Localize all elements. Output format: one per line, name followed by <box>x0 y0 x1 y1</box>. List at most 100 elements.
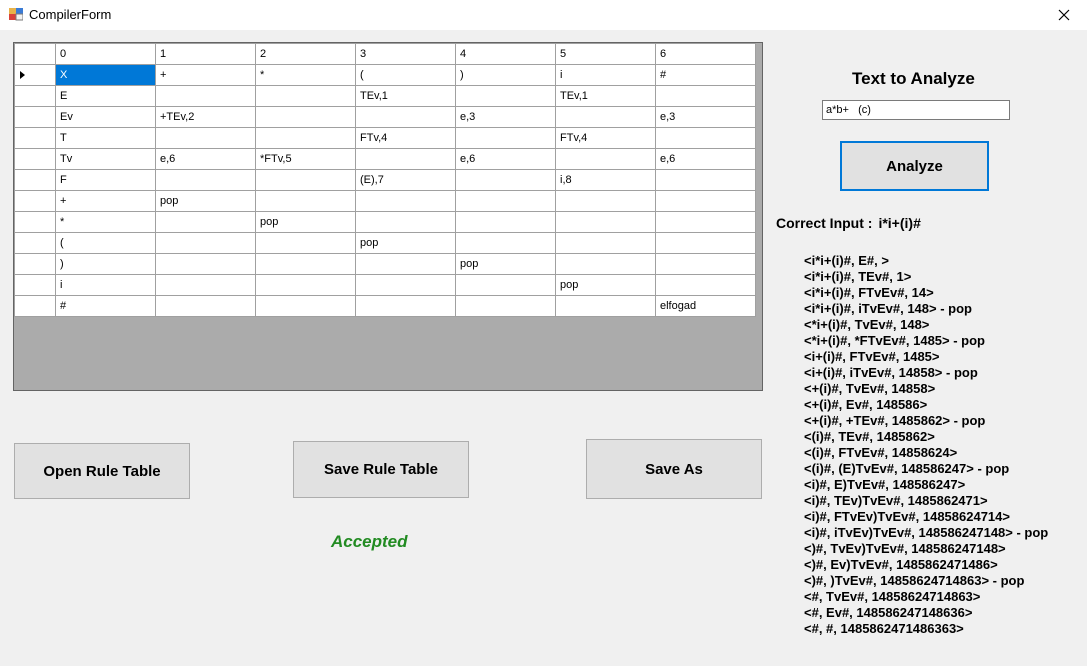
grid-cell[interactable] <box>655 127 756 149</box>
grid-cell[interactable]: pop <box>255 211 356 233</box>
grid-cell[interactable]: ( <box>355 64 456 86</box>
grid-cell[interactable] <box>255 190 356 212</box>
grid-cell[interactable] <box>655 253 756 275</box>
grid-cell[interactable] <box>155 295 256 317</box>
grid-cell[interactable]: + <box>155 64 256 86</box>
grid-cell[interactable] <box>655 274 756 296</box>
grid-cell[interactable]: E <box>55 85 156 107</box>
row-header[interactable] <box>14 148 56 170</box>
grid-cell[interactable] <box>155 253 256 275</box>
grid-cell[interactable]: e,6 <box>655 148 756 170</box>
grid-cell[interactable]: (E),7 <box>355 169 456 191</box>
grid-cell[interactable] <box>555 148 656 170</box>
grid-cell[interactable] <box>155 232 256 254</box>
grid-cell[interactable] <box>355 253 456 275</box>
column-header[interactable]: 4 <box>455 43 556 65</box>
grid-cell[interactable] <box>355 211 456 233</box>
grid-cell[interactable]: pop <box>555 274 656 296</box>
grid-cell[interactable] <box>455 127 556 149</box>
grid-cell[interactable] <box>355 274 456 296</box>
grid-cell[interactable] <box>455 232 556 254</box>
grid-cell[interactable] <box>355 148 456 170</box>
grid-corner-header[interactable] <box>14 43 56 65</box>
grid-cell[interactable]: ( <box>55 232 156 254</box>
save-rule-table-button[interactable]: Save Rule Table <box>293 441 469 498</box>
grid-cell[interactable]: *FTv,5 <box>255 148 356 170</box>
grid-cell[interactable] <box>655 190 756 212</box>
row-header[interactable] <box>14 85 56 107</box>
grid-cell[interactable]: + <box>55 190 156 212</box>
grid-cell[interactable]: # <box>655 64 756 86</box>
grid-cell[interactable] <box>655 169 756 191</box>
grid-cell[interactable]: e,6 <box>155 148 256 170</box>
grid-cell[interactable] <box>255 127 356 149</box>
grid-cell[interactable] <box>555 232 656 254</box>
grid-cell[interactable] <box>255 232 356 254</box>
row-header[interactable] <box>14 211 56 233</box>
grid-cell[interactable]: e,6 <box>455 148 556 170</box>
column-header[interactable]: 2 <box>255 43 356 65</box>
grid-cell[interactable] <box>155 169 256 191</box>
grid-cell[interactable] <box>255 295 356 317</box>
grid-cell[interactable] <box>155 211 256 233</box>
grid-cell[interactable]: * <box>55 211 156 233</box>
column-header[interactable]: 5 <box>555 43 656 65</box>
grid-cell[interactable] <box>655 85 756 107</box>
column-header[interactable]: 0 <box>55 43 156 65</box>
grid-cell[interactable]: TEv,1 <box>555 85 656 107</box>
grid-cell[interactable]: FTv,4 <box>355 127 456 149</box>
grid-cell[interactable] <box>255 274 356 296</box>
column-header[interactable]: 3 <box>355 43 456 65</box>
grid-cell[interactable] <box>355 295 456 317</box>
grid-cell[interactable]: e,3 <box>655 106 756 128</box>
grid-cell[interactable]: FTv,4 <box>555 127 656 149</box>
grid-cell[interactable]: pop <box>155 190 256 212</box>
row-header[interactable] <box>14 253 56 275</box>
grid-cell[interactable] <box>555 106 656 128</box>
grid-cell[interactable]: X <box>55 64 156 86</box>
grid-cell[interactable]: TEv,1 <box>355 85 456 107</box>
grid-cell[interactable] <box>455 295 556 317</box>
grid-cell[interactable] <box>355 190 456 212</box>
grid-cell[interactable]: e,3 <box>455 106 556 128</box>
grid-cell[interactable] <box>655 211 756 233</box>
row-header[interactable] <box>14 232 56 254</box>
grid-cell[interactable] <box>455 211 556 233</box>
grid-cell[interactable] <box>555 253 656 275</box>
row-header[interactable] <box>14 295 56 317</box>
grid-cell[interactable]: i,8 <box>555 169 656 191</box>
grid-cell[interactable] <box>455 274 556 296</box>
row-header[interactable] <box>14 127 56 149</box>
grid-cell[interactable] <box>255 106 356 128</box>
grid-cell[interactable]: ) <box>55 253 156 275</box>
row-header[interactable] <box>14 190 56 212</box>
row-header[interactable] <box>14 106 56 128</box>
grid-cell[interactable]: elfogad <box>655 295 756 317</box>
grid-cell[interactable] <box>455 85 556 107</box>
grid-cell[interactable] <box>155 274 256 296</box>
grid-cell[interactable]: pop <box>455 253 556 275</box>
grid-cell[interactable] <box>555 295 656 317</box>
grid-cell[interactable] <box>255 169 356 191</box>
grid-cell[interactable] <box>455 169 556 191</box>
grid-cell[interactable]: Ev <box>55 106 156 128</box>
grid-cell[interactable]: # <box>55 295 156 317</box>
column-header[interactable]: 6 <box>655 43 756 65</box>
grid-cell[interactable] <box>355 106 456 128</box>
grid-cell[interactable]: +TEv,2 <box>155 106 256 128</box>
column-header[interactable]: 1 <box>155 43 256 65</box>
row-header[interactable] <box>14 169 56 191</box>
grid-cell[interactable] <box>155 127 256 149</box>
close-button[interactable] <box>1041 0 1087 30</box>
grid-cell[interactable]: F <box>55 169 156 191</box>
analyze-button[interactable]: Analyze <box>840 141 989 191</box>
grid-cell[interactable] <box>255 85 356 107</box>
analyze-text-input[interactable] <box>822 100 1010 120</box>
grid-cell[interactable]: * <box>255 64 356 86</box>
grid-cell[interactable] <box>555 190 656 212</box>
open-rule-table-button[interactable]: Open Rule Table <box>14 443 190 499</box>
grid-cell[interactable]: T <box>55 127 156 149</box>
grid-cell[interactable] <box>555 211 656 233</box>
grid-cell[interactable]: i <box>55 274 156 296</box>
grid-cell[interactable]: Tv <box>55 148 156 170</box>
